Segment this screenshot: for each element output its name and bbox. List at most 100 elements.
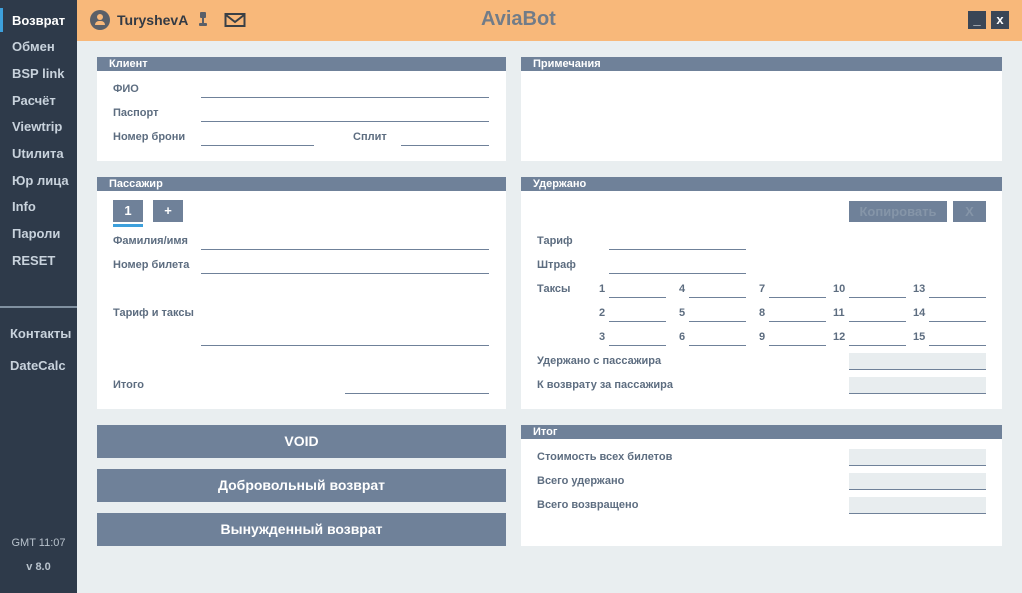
copy-button[interactable]: Копировать bbox=[849, 201, 947, 222]
sidebar-item-passwords[interactable]: Пароли bbox=[12, 226, 60, 241]
sidebar-item-datecalc[interactable]: DateCalc bbox=[10, 358, 66, 373]
tax-number: 1 bbox=[599, 283, 606, 295]
voluntary-refund-button[interactable]: Добровольный возврат bbox=[97, 469, 506, 502]
passenger-panel-title: Пассажир bbox=[97, 177, 506, 191]
sidebar-item-reset[interactable]: RESET bbox=[12, 253, 55, 268]
add-passenger-button[interactable]: + bbox=[153, 200, 183, 222]
name-input[interactable] bbox=[201, 249, 489, 250]
summary-panel: Итог Стоимость всех билетов Всего удержа… bbox=[521, 425, 1002, 546]
tax-number: 9 bbox=[759, 331, 766, 343]
fare-taxes-label: Тариф и таксы bbox=[113, 307, 194, 319]
tax-number: 13 bbox=[913, 283, 926, 295]
tax-input-6[interactable] bbox=[689, 345, 746, 346]
penalty-input[interactable] bbox=[609, 273, 746, 274]
tax-number: 7 bbox=[759, 283, 766, 295]
tax-number: 4 bbox=[679, 283, 686, 295]
close-button[interactable]: x bbox=[991, 11, 1009, 29]
tax-number: 5 bbox=[679, 307, 686, 319]
tax-input-3[interactable] bbox=[609, 345, 666, 346]
involuntary-refund-button[interactable]: Вынужденный возврат bbox=[97, 513, 506, 546]
title-bar: TuryshevA AviaBot _ x bbox=[77, 0, 1022, 41]
withheld-fare-label: Тариф bbox=[537, 235, 573, 247]
user-avatar-icon[interactable] bbox=[90, 10, 110, 30]
total-input[interactable] bbox=[345, 393, 489, 394]
tax-input-5[interactable] bbox=[689, 321, 746, 322]
sidebar-item-calculation[interactable]: Расчёт bbox=[12, 93, 56, 108]
sidebar-item-viewtrip[interactable]: Viewtrip bbox=[12, 119, 62, 134]
tax-number: 6 bbox=[679, 331, 686, 343]
penalty-label: Штраф bbox=[537, 259, 576, 271]
sidebar-item-refund[interactable]: Возврат bbox=[12, 13, 65, 28]
tax-number: 8 bbox=[759, 307, 766, 319]
tax-number: 2 bbox=[599, 307, 606, 319]
booking-number-label: Номер брони bbox=[113, 131, 186, 143]
tax-input-7[interactable] bbox=[769, 297, 826, 298]
sidebar-divider bbox=[0, 306, 77, 308]
sidebar-item-legal-entities[interactable]: Юр лица bbox=[12, 173, 69, 188]
void-button[interactable]: VOID bbox=[97, 425, 506, 458]
version-label: v 8.0 bbox=[26, 561, 51, 573]
total-cost-field bbox=[849, 449, 986, 466]
withheld-from-passenger-field bbox=[849, 353, 986, 370]
clock-label: GMT 11:07 bbox=[11, 537, 66, 549]
tax-input-14[interactable] bbox=[929, 321, 986, 322]
tax-number: 15 bbox=[913, 331, 926, 343]
tax-number: 14 bbox=[913, 307, 926, 319]
passport-input[interactable] bbox=[201, 121, 489, 122]
sidebar-item-info[interactable]: Info bbox=[12, 199, 36, 214]
notes-panel[interactable]: Примечания bbox=[521, 57, 1002, 161]
tax-number: 12 bbox=[833, 331, 846, 343]
passenger-panel: Пассажир 1 + Фамилия/имя Номер билета Та… bbox=[97, 177, 506, 409]
tax-input-8[interactable] bbox=[769, 321, 826, 322]
total-refunded-label: Всего возвращено bbox=[537, 499, 639, 511]
tax-number: 3 bbox=[599, 331, 606, 343]
app-title: AviaBot bbox=[481, 8, 556, 30]
refund-for-passenger-field bbox=[849, 377, 986, 394]
withheld-panel: Удержано Копировать X Тариф Штраф Таксы … bbox=[521, 177, 1002, 409]
mail-icon[interactable] bbox=[224, 12, 246, 28]
client-panel-title: Клиент bbox=[97, 57, 506, 71]
split-label: Сплит bbox=[353, 131, 387, 143]
sidebar-item-exchange[interactable]: Обмен bbox=[12, 39, 55, 54]
passenger-tab-1[interactable]: 1 bbox=[113, 200, 143, 222]
sidebar-item-bsp-link[interactable]: BSP link bbox=[12, 66, 65, 81]
total-withheld-field bbox=[849, 473, 986, 490]
total-cost-label: Стоимость всех билетов bbox=[537, 451, 673, 463]
name-label: Фамилия/имя bbox=[113, 235, 188, 247]
tax-input-12[interactable] bbox=[849, 345, 906, 346]
passenger-tab-active-indicator bbox=[113, 224, 143, 227]
clear-button[interactable]: X bbox=[953, 201, 986, 222]
total-label: Итого bbox=[113, 379, 145, 391]
fio-label: ФИО bbox=[113, 83, 139, 95]
split-input[interactable] bbox=[401, 145, 489, 146]
sidebar-item-contacts[interactable]: Контакты bbox=[10, 326, 71, 341]
withheld-fare-input[interactable] bbox=[609, 249, 746, 250]
fio-input[interactable] bbox=[201, 97, 489, 98]
active-indicator bbox=[0, 8, 3, 32]
tax-input-1[interactable] bbox=[609, 297, 666, 298]
tax-input-9[interactable] bbox=[769, 345, 826, 346]
refund-for-passenger-label: К возврату за пассажира bbox=[537, 379, 674, 391]
total-withheld-label: Всего удержано bbox=[537, 475, 625, 487]
sidebar-item-utility[interactable]: Utилита bbox=[12, 146, 64, 161]
fare-taxes-input[interactable] bbox=[201, 345, 489, 346]
tax-input-11[interactable] bbox=[849, 321, 906, 322]
minimize-button[interactable]: _ bbox=[968, 11, 986, 29]
tax-input-15[interactable] bbox=[929, 345, 986, 346]
tax-input-13[interactable] bbox=[929, 297, 986, 298]
taxes-label: Таксы bbox=[537, 283, 571, 295]
pin-icon[interactable] bbox=[198, 11, 208, 29]
username-label[interactable]: TuryshevA bbox=[117, 12, 188, 28]
tax-input-10[interactable] bbox=[849, 297, 906, 298]
booking-number-input[interactable] bbox=[201, 145, 314, 146]
ticket-number-input[interactable] bbox=[201, 273, 489, 274]
tax-number: 10 bbox=[833, 283, 846, 295]
withheld-panel-title: Удержано bbox=[521, 177, 1002, 191]
tax-input-2[interactable] bbox=[609, 321, 666, 322]
total-refunded-field bbox=[849, 497, 986, 514]
withheld-from-passenger-label: Удержано с пассажира bbox=[537, 355, 662, 367]
notes-panel-title: Примечания bbox=[521, 57, 1002, 71]
sidebar: Возврат Обмен BSP link Расчёт Viewtrip U… bbox=[0, 0, 77, 593]
tax-number: 11 bbox=[833, 307, 845, 319]
tax-input-4[interactable] bbox=[689, 297, 746, 298]
